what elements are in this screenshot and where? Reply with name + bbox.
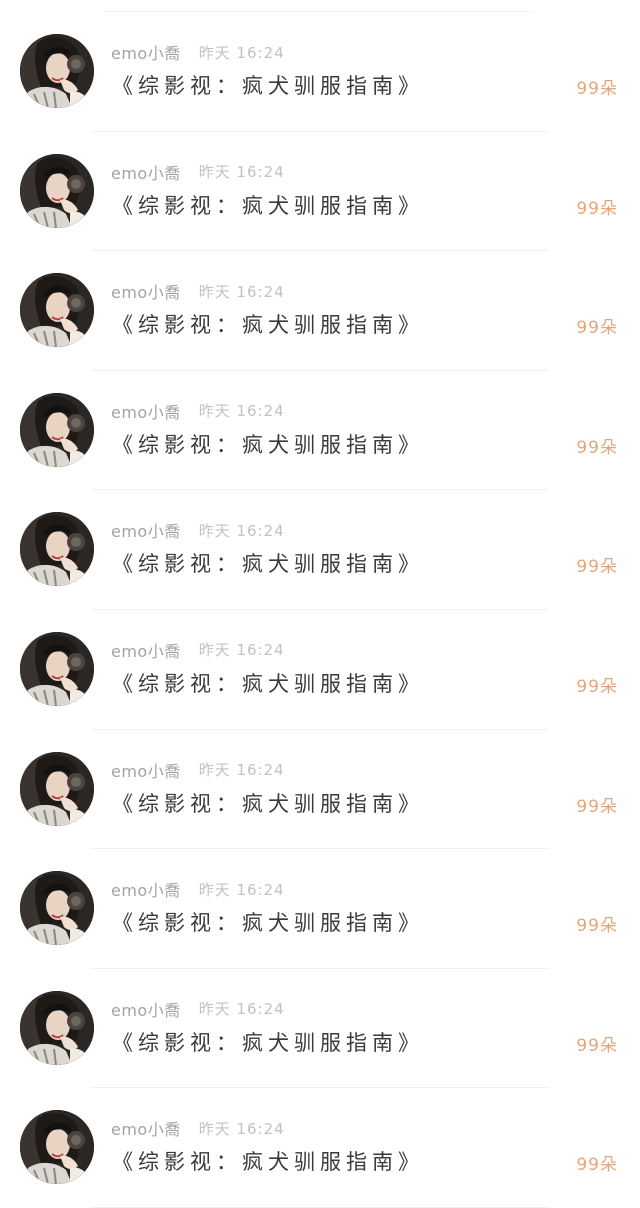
avatar[interactable] [20, 871, 94, 946]
message-row[interactable]: emo小喬 昨天 16:24 《综影视：疯犬驯服指南》 99朵 [0, 969, 640, 1089]
avatar[interactable] [20, 273, 94, 348]
username[interactable]: emo小喬 [111, 758, 181, 782]
message-title[interactable]: 《综影视：疯犬驯服指南》 [112, 1027, 424, 1057]
flower-count: 99朵 [576, 676, 618, 697]
message-row[interactable]: emo小喬 昨天 16:24 《综影视：疯犬驯服指南》 99朵 [0, 1088, 640, 1208]
message-row[interactable]: emo小喬 昨天 16:24 《综影视：疯犬驯服指南》 99朵 [0, 730, 640, 850]
flower-count: 99朵 [576, 318, 618, 339]
avatar-portrait-image [20, 1110, 94, 1185]
message-meta: emo小喬 昨天 16:24 [111, 278, 285, 304]
message-title[interactable]: 《综影视：疯犬驯服指南》 [112, 907, 424, 937]
avatar[interactable] [20, 1110, 94, 1185]
message-meta: emo小喬 昨天 16:24 [111, 398, 285, 424]
message-meta: emo小喬 昨天 16:24 [111, 1115, 285, 1141]
avatar[interactable] [20, 34, 94, 108]
username[interactable]: emo小喬 [111, 399, 181, 423]
message-title[interactable]: 《综影视：疯犬驯服指南》 [112, 1146, 424, 1176]
timestamp: 昨天 16:24 [198, 761, 285, 780]
avatar-portrait-image [20, 34, 94, 108]
flower-count: 99朵 [576, 916, 618, 937]
timestamp: 昨天 16:24 [198, 1000, 285, 1019]
avatar-portrait-image [20, 751, 94, 826]
flower-count: 99朵 [576, 79, 618, 99]
flower-count: 99朵 [576, 796, 618, 817]
flower-count: 99朵 [576, 198, 618, 219]
message-row[interactable]: emo小喬 昨天 16:24 《综影视：疯犬驯服指南》 99朵 [0, 849, 640, 969]
message-title[interactable]: 《综影视：疯犬驯服指南》 [112, 548, 424, 578]
message-row[interactable]: emo小喬 昨天 16:24 《综影视：疯犬驯服指南》 99朵 [0, 610, 640, 730]
message-title[interactable]: 《综影视：疯犬驯服指南》 [112, 70, 424, 100]
avatar-portrait-image [20, 273, 94, 348]
message-row[interactable]: emo小喬 昨天 16:24 《综影视：疯犬驯服指南》 99朵 [0, 132, 640, 252]
flower-count: 99朵 [576, 437, 618, 458]
flower-count: 99朵 [576, 557, 618, 578]
avatar[interactable] [20, 512, 94, 587]
timestamp: 昨天 16:24 [198, 521, 285, 540]
message-meta: emo小喬 昨天 16:24 [111, 39, 285, 65]
timestamp: 昨天 16:24 [198, 880, 285, 899]
timestamp: 昨天 16:24 [198, 282, 285, 301]
message-row[interactable]: emo小喬 昨天 16:24 《综影视：疯犬驯服指南》 99朵 [0, 12, 640, 132]
username[interactable]: emo小喬 [111, 877, 181, 901]
timestamp: 昨天 16:24 [198, 402, 285, 421]
username[interactable]: emo小喬 [111, 997, 181, 1021]
avatar[interactable] [20, 153, 94, 228]
message-title[interactable]: 《综影视：疯犬驯服指南》 [112, 309, 424, 339]
username[interactable]: emo小喬 [111, 160, 181, 184]
avatar-portrait-image [20, 512, 94, 587]
timestamp: 昨天 16:24 [198, 43, 285, 62]
avatar-portrait-image [20, 871, 94, 946]
message-meta: emo小喬 昨天 16:24 [111, 159, 285, 185]
message-title[interactable]: 《综影视：疯犬驯服指南》 [112, 190, 424, 220]
avatar[interactable] [20, 751, 94, 826]
timestamp: 昨天 16:24 [198, 1119, 285, 1138]
avatar-portrait-image [20, 392, 94, 467]
flower-count: 99朵 [576, 1035, 618, 1056]
flower-count: 99朵 [576, 1155, 618, 1176]
message-meta: emo小喬 昨天 16:24 [111, 876, 285, 902]
avatar-portrait-image [20, 631, 94, 706]
avatar[interactable] [20, 990, 94, 1065]
message-meta: emo小喬 昨天 16:24 [111, 757, 285, 783]
avatar-portrait-image [20, 153, 94, 228]
avatar[interactable] [20, 631, 94, 706]
message-meta: emo小喬 昨天 16:24 [111, 996, 285, 1022]
message-title[interactable]: 《综影视：疯犬驯服指南》 [112, 668, 424, 698]
message-title[interactable]: 《综影视：疯犬驯服指南》 [112, 788, 424, 818]
username[interactable]: emo小喬 [111, 1116, 181, 1140]
message-row[interactable]: emo小喬 昨天 16:24 《综影视：疯犬驯服指南》 99朵 [0, 371, 640, 491]
message-meta: emo小喬 昨天 16:24 [111, 517, 285, 543]
username[interactable]: emo小喬 [111, 279, 181, 303]
message-meta: emo小喬 昨天 16:24 [111, 637, 285, 663]
message-title[interactable]: 《综影视：疯犬驯服指南》 [112, 429, 424, 459]
avatar[interactable] [20, 392, 94, 467]
message-feed: emo小喬 昨天 16:24 《综影视：疯犬驯服指南》 99朵 emo小喬 昨天… [0, 12, 640, 1208]
username[interactable]: emo小喬 [111, 638, 181, 662]
username[interactable]: emo小喬 [111, 518, 181, 542]
message-row[interactable]: emo小喬 昨天 16:24 《综影视：疯犬驯服指南》 99朵 [0, 490, 640, 610]
message-row[interactable]: emo小喬 昨天 16:24 《综影视：疯犬驯服指南》 99朵 [0, 251, 640, 371]
username[interactable]: emo小喬 [111, 40, 181, 64]
timestamp: 昨天 16:24 [198, 163, 285, 182]
avatar-portrait-image [20, 990, 94, 1065]
timestamp: 昨天 16:24 [198, 641, 285, 660]
